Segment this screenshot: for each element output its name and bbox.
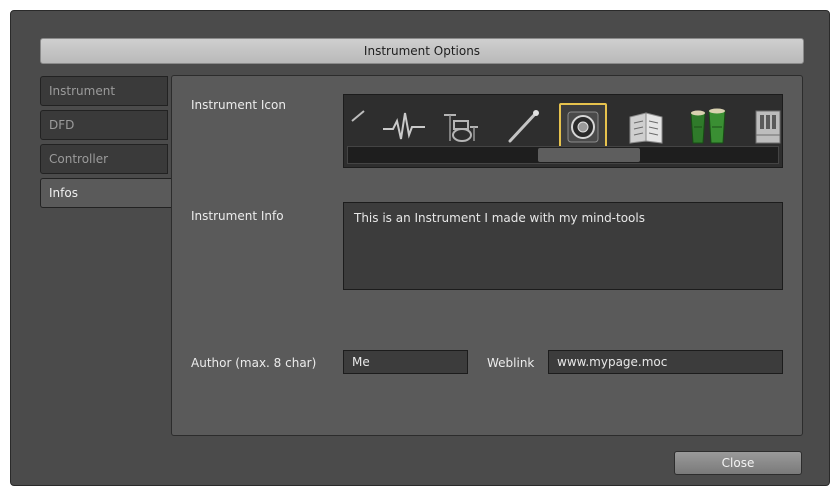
icon-picker[interactable]	[343, 94, 783, 168]
instrument-options-dialog: Instrument Options Instrument DFD Contro…	[10, 10, 830, 486]
instrument-icon-label: Instrument Icon	[191, 98, 286, 112]
tab-label: DFD	[49, 118, 75, 132]
author-label: Author (max. 8 char)	[191, 356, 317, 370]
tab-label: Infos	[49, 186, 78, 200]
author-field[interactable]: Me	[343, 350, 468, 374]
tab-controller[interactable]: Controller	[40, 144, 168, 174]
tab-label: Controller	[49, 152, 109, 166]
waveform-icon[interactable]	[380, 103, 428, 151]
tab-label: Instrument	[49, 84, 116, 98]
icon-scrollbar-thumb[interactable]	[538, 148, 640, 162]
speaker-icon[interactable]	[559, 103, 607, 151]
infos-panel: Instrument Icon Instrument Info This is …	[171, 75, 803, 436]
close-button-label: Close	[721, 456, 755, 470]
weblink-field[interactable]: www.mypage.moc	[548, 350, 783, 374]
close-button[interactable]: Close	[674, 451, 802, 475]
weblink-label: Weblink	[487, 356, 535, 370]
dialog-title-bar: Instrument Options	[40, 38, 804, 64]
book-icon[interactable]	[622, 103, 670, 151]
instrument-info-textarea[interactable]: This is an Instrument I made with my min…	[343, 202, 783, 290]
organ-icon[interactable]	[744, 103, 782, 151]
instrument-info-text: This is an Instrument I made with my min…	[354, 211, 645, 225]
author-value: Me	[352, 355, 370, 369]
icon-scrollbar[interactable]	[347, 146, 779, 164]
dialog-title: Instrument Options	[363, 44, 481, 58]
tab-dfd[interactable]: DFD	[40, 110, 168, 140]
bongos-icon[interactable]	[684, 103, 732, 151]
drum-kit-icon[interactable]	[436, 103, 484, 151]
tab-infos[interactable]: Infos	[40, 178, 172, 208]
tab-instrument[interactable]: Instrument	[40, 76, 168, 106]
instrument-info-label: Instrument Info	[191, 209, 284, 223]
drumstick-icon[interactable]	[500, 103, 548, 151]
weblink-value: www.mypage.moc	[557, 355, 668, 369]
